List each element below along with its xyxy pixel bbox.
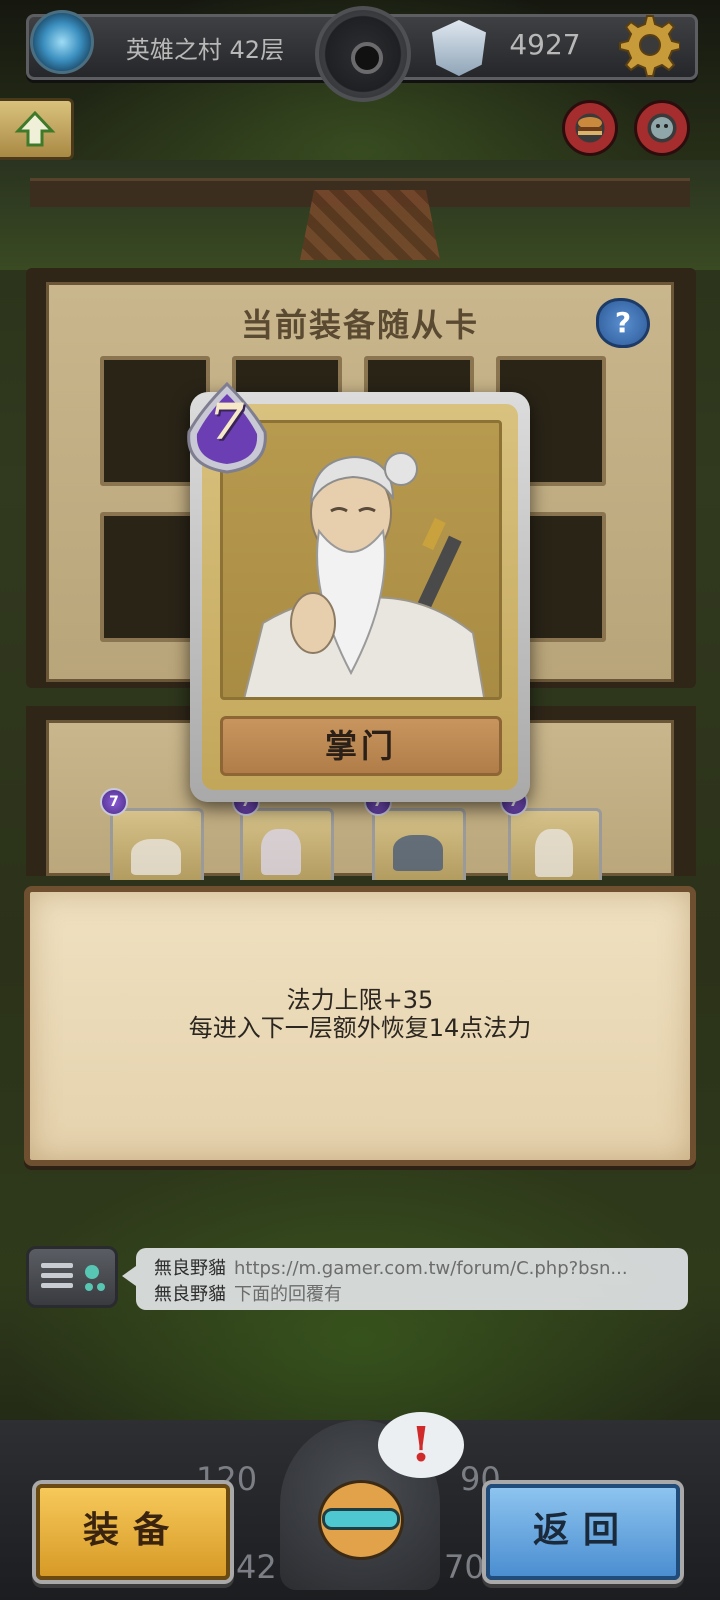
goggles-icon bbox=[322, 1508, 400, 1530]
card-name: 掌门 bbox=[220, 716, 502, 776]
chat-bar bbox=[41, 1263, 73, 1268]
chat-bar bbox=[41, 1283, 73, 1288]
mini-card-art bbox=[393, 835, 443, 871]
description-line-2: 每进入下一层额外恢复14点法力 bbox=[188, 1014, 532, 1042]
chat-message: 無良野貓 下面的回覆有 bbox=[154, 1280, 342, 1306]
chat-dot bbox=[97, 1283, 105, 1291]
roof-tiles bbox=[300, 190, 440, 260]
mini-card-art bbox=[131, 839, 181, 875]
chat-text: https://m.gamer.com.tw/forum/C.php?bsn..… bbox=[234, 1258, 628, 1279]
portal-icon[interactable] bbox=[30, 10, 94, 74]
chat-message: 無良野貓 https://m.gamer.com.tw/forum/C.php?b… bbox=[154, 1254, 628, 1280]
stat-bottom-left: 42 bbox=[236, 1548, 277, 1586]
gem-count: 4927 bbox=[509, 28, 581, 61]
chat-user: 無良野貓 bbox=[154, 1258, 226, 1279]
chat-dot bbox=[85, 1283, 93, 1291]
alert-bubble[interactable]: ! bbox=[378, 1412, 464, 1478]
burger-icon bbox=[578, 117, 602, 135]
chat-dot bbox=[85, 1265, 99, 1279]
chat-user: 無良野貓 bbox=[154, 1284, 226, 1305]
creature-icon bbox=[651, 117, 673, 139]
stat-bottom-right: 70 bbox=[444, 1548, 485, 1586]
return-button[interactable]: 返回 bbox=[486, 1484, 680, 1580]
creature-button[interactable] bbox=[634, 100, 690, 156]
mini-card[interactable] bbox=[110, 808, 204, 880]
chat-menu-icon[interactable] bbox=[26, 1246, 118, 1308]
mini-card-art bbox=[261, 829, 301, 875]
mini-card[interactable] bbox=[372, 808, 466, 880]
board-title: 当前装备随从卡 bbox=[240, 306, 479, 344]
equip-button[interactable]: 装备 bbox=[36, 1484, 230, 1580]
mini-card[interactable] bbox=[508, 808, 602, 880]
mini-card-cost: 7 bbox=[100, 788, 128, 816]
floor-label: 英雄之村 42层 bbox=[125, 36, 285, 64]
burger-button[interactable] bbox=[562, 100, 618, 156]
card-cost: 7 bbox=[209, 392, 245, 451]
mini-card[interactable] bbox=[240, 808, 334, 880]
emblem-icon bbox=[315, 6, 411, 102]
chat-box[interactable]: 無良野貓 https://m.gamer.com.tw/forum/C.php?b… bbox=[122, 1248, 688, 1310]
up-arrow-icon bbox=[14, 110, 56, 147]
help-button[interactable]: ? bbox=[596, 298, 650, 348]
gear-icon[interactable] bbox=[614, 12, 680, 78]
mini-card-art bbox=[535, 829, 573, 877]
chat-bar bbox=[41, 1273, 73, 1278]
collapse-button[interactable] bbox=[0, 98, 74, 160]
chat-text: 下面的回覆有 bbox=[234, 1284, 342, 1305]
emblem-eye-icon bbox=[351, 42, 383, 74]
